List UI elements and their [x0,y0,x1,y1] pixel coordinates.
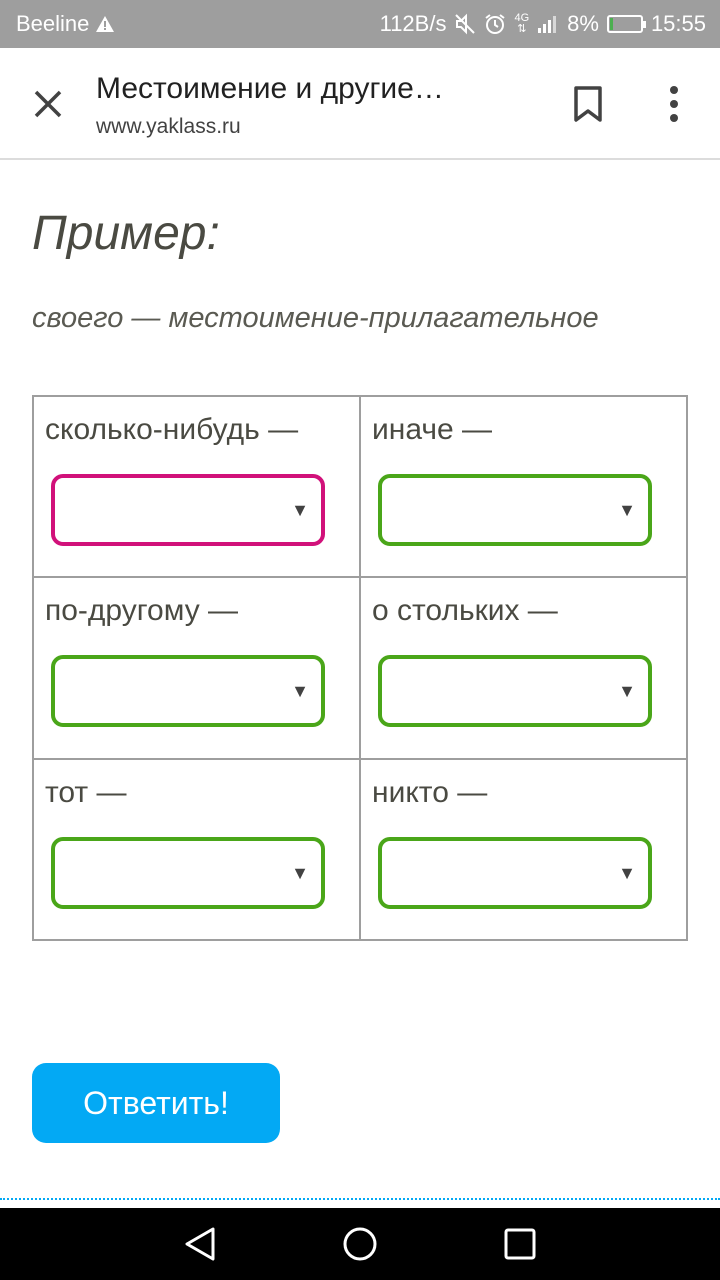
nav-back-icon [185,1227,215,1261]
nav-recents-button[interactable] [496,1220,544,1268]
nav-home-button[interactable] [336,1220,384,1268]
dropdown-arrow-icon: ▼ [291,862,309,883]
status-bar: Beeline 112B/s 4G ⇅ 8% 15:55 [0,0,720,48]
answer-select[interactable]: ▼ [51,836,325,909]
dropdown-arrow-icon: ▼ [291,500,309,520]
answer-select[interactable]: ▼ [51,655,325,728]
carrier-name: Beeline [16,11,90,36]
table-cell: тот — ▼ [32,757,361,942]
word-label: о стольких — [372,594,558,628]
bookmark-icon [574,86,602,122]
clock: 15:55 [650,11,706,36]
divider [0,1198,720,1200]
table-cell: о стольких — ▼ [359,576,688,760]
battery-icon [606,15,646,33]
status-icons: 112B/s 4G ⇅ 8% 15:55 [380,11,706,37]
carrier-group: Beeline [16,11,115,37]
answer-select[interactable]: ▼ [51,474,325,546]
network-speed: 112B/s [379,11,447,36]
nav-recents-icon [504,1228,536,1260]
dropdown-arrow-icon: ▼ [618,500,636,520]
word-label: иначе — [372,413,492,446]
dropdown-arrow-icon: ▼ [618,862,636,883]
answer-select[interactable]: ▼ [378,474,652,546]
close-button[interactable] [24,80,72,128]
warning-icon [96,16,115,32]
submit-button[interactable]: Ответить! [32,1063,280,1143]
example-text: своего — местоимение-прилагательное [32,302,599,334]
table-cell: сколько-нибудь — ▼ [32,394,361,579]
page-url: www.yaklass.ru [96,115,241,138]
word-label: тот — [45,775,127,809]
answer-select[interactable]: ▼ [378,836,652,909]
word-label: сколько-нибудь — [45,413,299,446]
nav-back-button[interactable] [176,1220,224,1268]
word-label: никто — [372,775,488,809]
table-row: по-другому — ▼ о стольких — ▼ [32,576,688,760]
close-icon [34,90,62,118]
table-row: сколько-нибудь — ▼ иначе — ▼ [32,394,688,579]
bookmark-button[interactable] [564,80,612,128]
word-label: по-другому — [45,594,239,628]
table-row: тот — ▼ никто — ▼ [32,757,688,942]
more-vert-icon [670,86,678,122]
table-cell: никто — ▼ [359,757,688,942]
browser-toolbar: Местоимение и другие… www.yaklass.ru [0,48,720,160]
example-heading: Пример: [32,207,220,260]
battery-percent: 8% [567,11,599,36]
dropdown-arrow-icon: ▼ [618,681,636,702]
mute-icon [455,13,476,35]
alarm-icon [485,14,506,34]
answer-select[interactable]: ▼ [378,655,652,728]
table-cell: по-другому — ▼ [32,576,361,760]
network-type: 4G ⇅ [514,12,530,35]
dropdown-arrow-icon: ▼ [291,681,309,702]
answer-table: сколько-нибудь — ▼ иначе — ▼ по-другому … [32,394,688,942]
page-title: Местоимение и другие… [96,72,444,105]
navigation-bar [0,1208,720,1280]
signal-icon [538,16,557,33]
nav-home-icon [343,1227,377,1261]
menu-button[interactable] [650,80,698,128]
table-cell: иначе — ▼ [359,394,688,579]
